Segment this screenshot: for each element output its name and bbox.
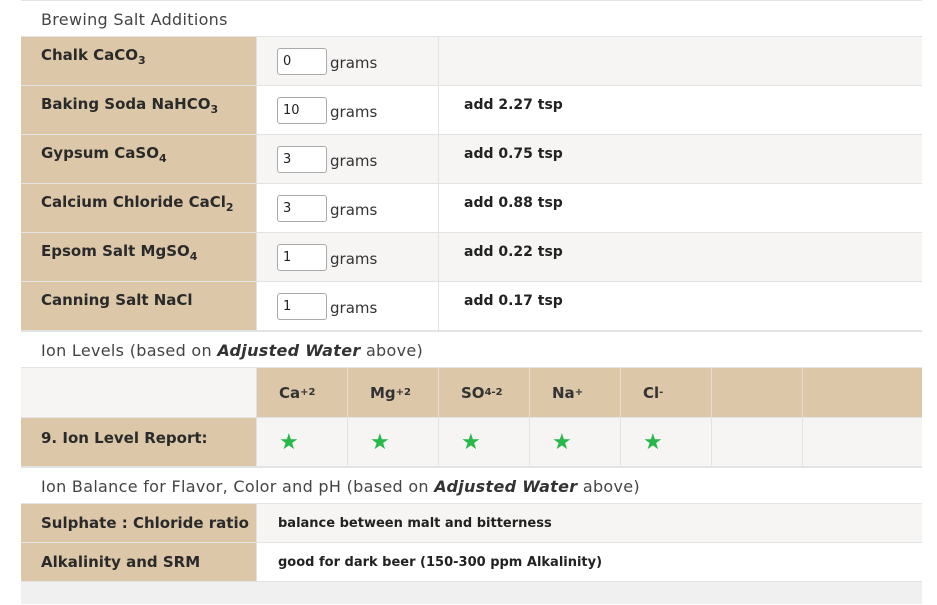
- ion-levels-title: Ion Levels (based on Adjusted Water abov…: [21, 331, 922, 368]
- star-icon: ★: [643, 430, 663, 455]
- salt-row-gypsum: Gypsum CaSO4 grams add 0.75 tsp: [21, 135, 922, 184]
- canning-salt-grams-input[interactable]: [277, 293, 327, 320]
- ion-cell-ca: ★: [257, 418, 348, 466]
- calcium-chloride-grams-input[interactable]: [277, 195, 327, 222]
- salt-input-cell: grams: [257, 233, 439, 281]
- ion-header-mg: Mg +2: [348, 368, 439, 417]
- balance-value: balance between malt and bitterness: [278, 515, 552, 531]
- ion-cell-empty: [803, 418, 922, 466]
- ion-cell-mg: ★: [348, 418, 439, 466]
- unit-label: grams: [330, 103, 378, 121]
- balance-label: Sulphate : Chloride ratio: [21, 504, 257, 542]
- salt-row-canning-salt: Canning Salt NaCl grams add 0.17 tsp: [21, 282, 922, 331]
- add-amount: add 2.27 tsp: [464, 97, 563, 113]
- add-amount: add 0.75 tsp: [464, 146, 563, 162]
- salt-row-calcium-chloride: Calcium Chloride CaCl2 grams add 0.88 ts…: [21, 184, 922, 233]
- salt-row-epsom: Epsom Salt MgSO4 grams add 0.22 tsp: [21, 233, 922, 282]
- add-amount: add 0.88 tsp: [464, 195, 563, 211]
- salt-label: Gypsum CaSO4: [21, 135, 257, 183]
- baking-soda-grams-input[interactable]: [277, 97, 327, 124]
- salt-label: Chalk CaCO3: [21, 37, 257, 85]
- unit-label: grams: [330, 250, 378, 268]
- ion-balance-title: Ion Balance for Flavor, Color and pH (ba…: [21, 467, 922, 504]
- add-amount: add 0.17 tsp: [464, 293, 563, 309]
- ion-cell-so4: ★: [439, 418, 530, 466]
- unit-label: grams: [330, 201, 378, 219]
- salt-row-baking-soda: Baking Soda NaHCO3 grams add 2.27 tsp: [21, 86, 922, 135]
- salt-input-cell: grams: [257, 184, 439, 232]
- bottom-strip: [21, 582, 922, 604]
- ion-header-ca: Ca +2: [257, 368, 348, 417]
- ion-header-blank: [21, 368, 257, 417]
- salt-input-cell: grams: [257, 135, 439, 183]
- salt-label: Calcium Chloride CaCl2: [21, 184, 257, 232]
- ion-header-so4: SO 4 -2: [439, 368, 530, 417]
- water-calculator: Brewing Salt Additions Chalk CaCO3 grams…: [21, 0, 922, 604]
- balance-label: Alkalinity and SRM: [21, 543, 257, 581]
- ion-header-na: Na +: [530, 368, 621, 417]
- star-icon: ★: [461, 430, 481, 455]
- salt-input-cell: grams: [257, 37, 439, 85]
- star-icon: ★: [552, 430, 572, 455]
- add-amount: add 0.22 tsp: [464, 244, 563, 260]
- ion-report-label: 9. Ion Level Report:: [21, 418, 257, 466]
- star-icon: ★: [279, 430, 299, 455]
- balance-row-alkalinity-srm: Alkalinity and SRM good for dark beer (1…: [21, 543, 922, 582]
- salt-additions-title: Brewing Salt Additions: [21, 0, 922, 37]
- unit-label: grams: [330, 54, 378, 72]
- ion-header-row: Ca +2 Mg +2 SO 4 -2 Na + Cl -: [21, 368, 922, 418]
- salt-label: Epsom Salt MgSO4: [21, 233, 257, 281]
- balance-row-sulphate-chloride: Sulphate : Chloride ratio balance betwee…: [21, 504, 922, 543]
- ion-cell-empty: [712, 418, 803, 466]
- unit-label: grams: [330, 299, 378, 317]
- add-amount: [439, 37, 922, 85]
- salt-label: Canning Salt NaCl: [21, 282, 257, 330]
- salt-input-cell: grams: [257, 86, 439, 134]
- salt-row-chalk: Chalk CaCO3 grams: [21, 37, 922, 86]
- ion-report-row: 9. Ion Level Report: ★ ★ ★ ★ ★: [21, 418, 922, 467]
- unit-label: grams: [330, 152, 378, 170]
- star-icon: ★: [370, 430, 390, 455]
- ion-header-cl: Cl -: [621, 368, 712, 417]
- balance-value: good for dark beer (150-300 ppm Alkalini…: [278, 554, 603, 570]
- chalk-grams-input[interactable]: [277, 48, 327, 75]
- epsom-salt-grams-input[interactable]: [277, 244, 327, 271]
- salt-label: Baking Soda NaHCO3: [21, 86, 257, 134]
- gypsum-grams-input[interactable]: [277, 146, 327, 173]
- ion-cell-cl: ★: [621, 418, 712, 466]
- salt-input-cell: grams: [257, 282, 439, 330]
- ion-cell-na: ★: [530, 418, 621, 466]
- ion-header-empty: [712, 368, 803, 417]
- ion-header-empty: [803, 368, 922, 417]
